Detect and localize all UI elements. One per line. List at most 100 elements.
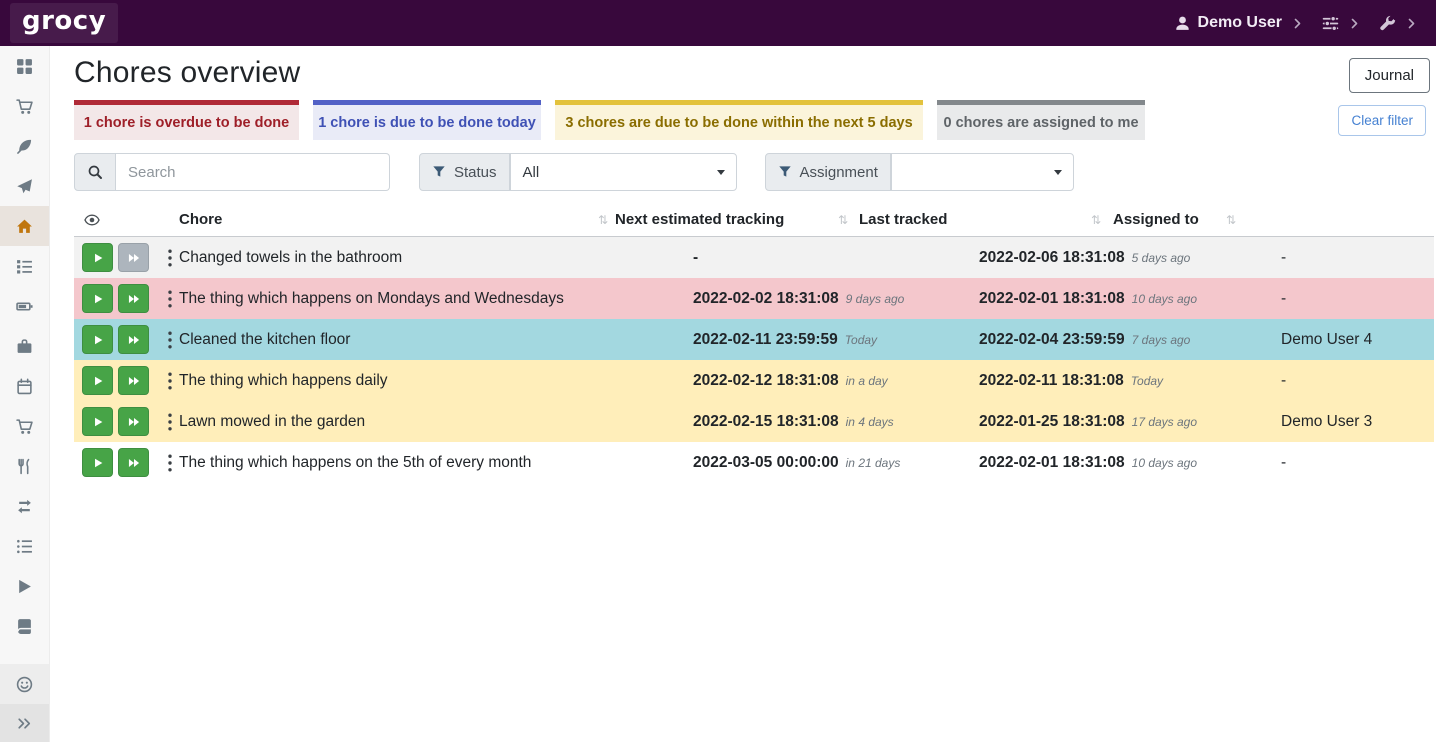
eye-icon xyxy=(83,212,101,232)
skip-chore-button[interactable] xyxy=(118,407,149,436)
user-menu[interactable]: Demo User xyxy=(1174,14,1304,32)
sort-icon[interactable]: ⇅ xyxy=(598,213,608,227)
skip-chore-button[interactable] xyxy=(118,366,149,395)
banner-assigned-to-me[interactable]: 0 chores are assigned to me xyxy=(937,100,1145,140)
search-group xyxy=(74,153,390,191)
sidebar-expand-toggle[interactable] xyxy=(0,704,49,742)
play-icon xyxy=(91,374,105,388)
assigned-to-cell: - xyxy=(1281,360,1286,401)
assignment-filter-label: Assignment xyxy=(765,153,891,191)
status-select[interactable]: All xyxy=(510,153,737,191)
sidebar-item-consume[interactable] xyxy=(0,446,49,486)
sidebar-item-chore-tracking[interactable] xyxy=(0,566,49,606)
skip-chore-button[interactable] xyxy=(118,284,149,313)
chore-name: Lawn mowed in the garden xyxy=(179,401,365,442)
column-header-assigned-to[interactable]: Assigned to xyxy=(1113,211,1199,228)
fast-forward-icon xyxy=(127,251,141,265)
sort-icon[interactable]: ⇅ xyxy=(838,213,848,227)
skip-chore-button[interactable] xyxy=(118,325,149,354)
battery-icon xyxy=(16,298,33,315)
fast-forward-icon xyxy=(127,415,141,429)
sort-icon[interactable]: ⇅ xyxy=(1091,213,1101,227)
track-chore-button[interactable] xyxy=(82,366,113,395)
track-chore-button[interactable] xyxy=(82,325,113,354)
track-chore-button[interactable] xyxy=(82,448,113,477)
row-menu-button[interactable] xyxy=(160,448,180,477)
table-row: The thing which happens on Mondays and W… xyxy=(74,278,1434,319)
home-icon xyxy=(16,218,33,235)
sidebar-item-calendar[interactable] xyxy=(0,366,49,406)
search-icon-box xyxy=(74,153,116,191)
assignment-select[interactable] xyxy=(891,153,1074,191)
shopping-cart-icon xyxy=(16,418,33,435)
vertical-dots-icon xyxy=(167,290,173,308)
banner-due-today[interactable]: 1 chore is due to be done today xyxy=(313,100,541,140)
settings-menu[interactable] xyxy=(1322,15,1361,32)
assigned-to-cell: Demo User 4 xyxy=(1281,319,1372,360)
sidebar-item-tasks[interactable] xyxy=(0,246,49,286)
sidebar-item-shopping-list[interactable] xyxy=(0,86,49,126)
track-chore-button[interactable] xyxy=(82,284,113,313)
column-header-last-tracked[interactable]: Last tracked xyxy=(859,211,947,228)
banner-overdue[interactable]: 1 chore is overdue to be done xyxy=(74,100,299,140)
sidebar-item-purchase[interactable] xyxy=(0,406,49,446)
briefcase-icon xyxy=(16,338,33,355)
admin-menu[interactable] xyxy=(1379,15,1418,32)
chevron-right-icon xyxy=(1405,17,1418,30)
filter-funnel-icon xyxy=(778,165,792,179)
play-icon xyxy=(91,456,105,470)
app-logo[interactable]: grocy xyxy=(10,3,118,43)
vertical-dots-icon xyxy=(167,249,173,267)
sidebar-item-transfer[interactable] xyxy=(0,486,49,526)
sliders-icon xyxy=(1322,15,1339,32)
chore-name: Cleaned the kitchen floor xyxy=(179,319,350,360)
banner-due-today-text: 1 chore is due to be done today xyxy=(318,115,536,131)
assigned-to-cell: Demo User 3 xyxy=(1281,401,1372,442)
sidebar-item-meal-plan[interactable] xyxy=(0,166,49,206)
sort-icon[interactable]: ⇅ xyxy=(1226,213,1236,227)
assignment-filter-group: Assignment xyxy=(765,153,1074,191)
track-chore-button[interactable] xyxy=(82,243,113,272)
chevron-right-icon xyxy=(1291,17,1304,30)
last-tracked-cell: 2022-02-11 18:31:08Today xyxy=(979,360,1163,401)
column-header-chore[interactable]: Chore xyxy=(179,211,222,228)
sidebar-item-inventory[interactable] xyxy=(0,526,49,566)
sidebar-item-recipes[interactable] xyxy=(0,126,49,166)
exchange-arrows-icon xyxy=(16,498,33,515)
track-chore-button[interactable] xyxy=(82,407,113,436)
journal-button[interactable]: Journal xyxy=(1349,58,1430,93)
chore-name: Changed towels in the bathroom xyxy=(179,237,402,278)
sidebar-item-user[interactable] xyxy=(0,664,49,704)
feather-icon xyxy=(16,138,33,155)
skip-chore-button[interactable] xyxy=(118,448,149,477)
vertical-dots-icon xyxy=(167,413,173,431)
search-input[interactable] xyxy=(116,153,390,191)
status-label-text: Status xyxy=(454,164,497,181)
table-row: The thing which happens on the 5th of ev… xyxy=(74,442,1434,483)
sidebar-item-stock[interactable] xyxy=(0,46,49,86)
skip-chore-button[interactable] xyxy=(118,243,149,272)
row-menu-button[interactable] xyxy=(160,407,180,436)
vertical-dots-icon xyxy=(167,372,173,390)
column-header-next-tracking[interactable]: Next estimated tracking xyxy=(615,211,784,228)
row-menu-button[interactable] xyxy=(160,284,180,313)
row-menu-button[interactable] xyxy=(160,325,180,354)
sidebar xyxy=(0,46,50,742)
chevron-right-icon xyxy=(1348,17,1361,30)
fast-forward-icon xyxy=(127,374,141,388)
banner-due-soon[interactable]: 3 chores are due to be done within the n… xyxy=(555,100,923,140)
row-menu-button[interactable] xyxy=(160,243,180,272)
clear-filter-button[interactable]: Clear filter xyxy=(1338,105,1426,136)
sidebar-item-batteries[interactable] xyxy=(0,286,49,326)
last-tracked-cell: 2022-02-04 23:59:597 days ago xyxy=(979,319,1190,360)
assigned-to-cell: - xyxy=(1281,237,1286,278)
table-row: Cleaned the kitchen floor 2022-02-11 23:… xyxy=(74,319,1434,360)
page-title: Chores overview xyxy=(74,56,300,90)
sidebar-item-chores[interactable] xyxy=(0,206,49,246)
banner-overdue-text: 1 chore is overdue to be done xyxy=(84,115,289,131)
row-menu-button[interactable] xyxy=(160,366,180,395)
sidebar-item-equipment[interactable] xyxy=(0,326,49,366)
sidebar-item-journal[interactable] xyxy=(0,606,49,646)
banner-due-soon-text: 3 chores are due to be done within the n… xyxy=(565,115,912,131)
fast-forward-icon xyxy=(127,456,141,470)
